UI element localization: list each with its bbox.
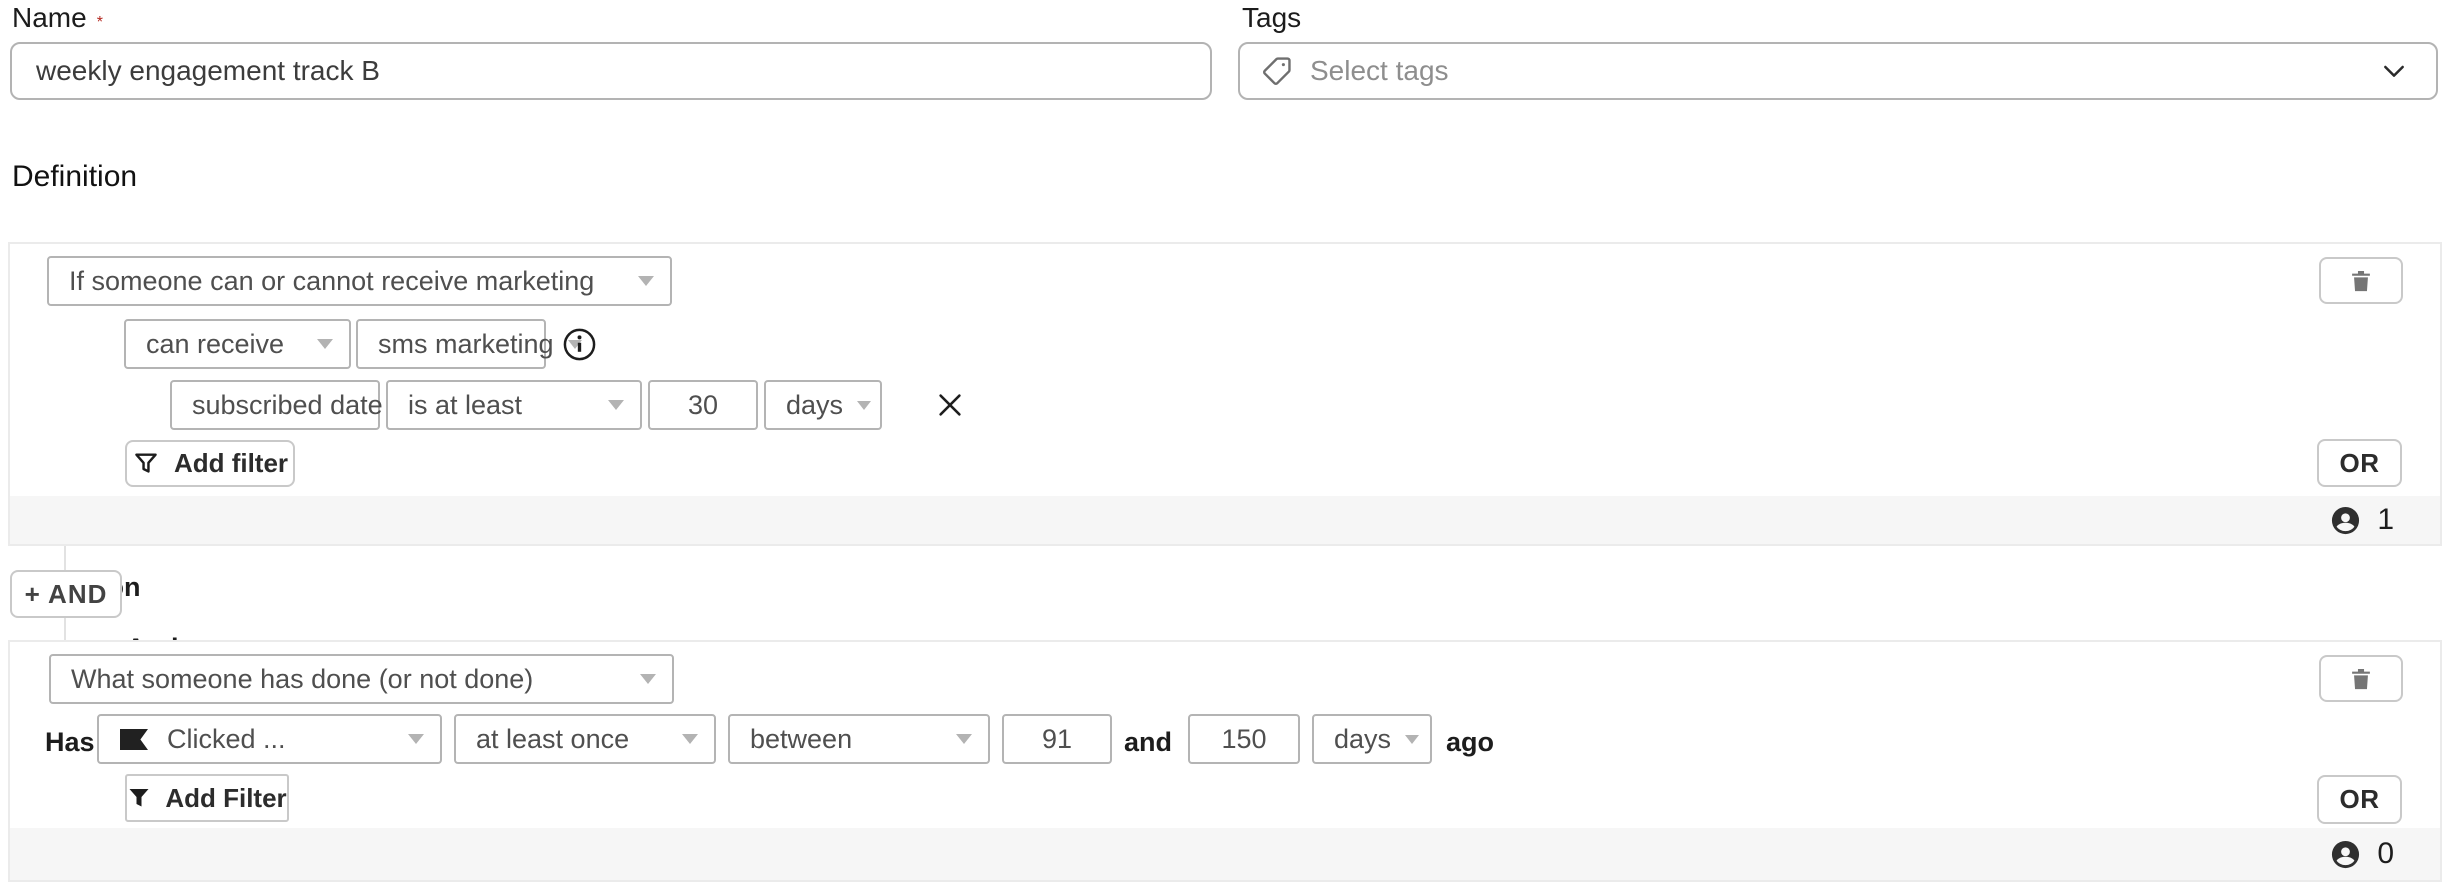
add-filter-button[interactable]: Add filter xyxy=(125,440,295,487)
range-and-label: and xyxy=(1124,727,1172,758)
metric-flag-icon xyxy=(119,728,149,751)
caret-down-icon xyxy=(408,734,424,744)
caret-down-icon xyxy=(857,401,871,410)
unit-value: days xyxy=(1334,724,1391,755)
range-end-input[interactable] xyxy=(1188,714,1300,764)
condition-type-value: If someone can or cannot receive marketi… xyxy=(69,266,594,297)
segment-name-input[interactable] xyxy=(10,42,1212,100)
tags-select[interactable]: Select tags xyxy=(1238,42,2438,100)
caret-down-icon xyxy=(640,674,656,684)
caret-down-icon xyxy=(1405,735,1419,744)
or-label: OR xyxy=(2340,784,2380,815)
metric-select[interactable]: Clicked ... xyxy=(97,714,442,764)
caret-down-icon xyxy=(608,400,624,410)
add-filter-label: Add Filter xyxy=(165,783,286,814)
caret-down-icon xyxy=(956,734,972,744)
caret-down-icon xyxy=(317,339,333,349)
operator-select[interactable]: is at least xyxy=(386,380,642,430)
tag-icon xyxy=(1260,54,1294,88)
consent-channel-select[interactable]: sms marketing xyxy=(356,319,546,369)
funnel-icon xyxy=(132,450,160,478)
property-value: subscribed date xyxy=(192,390,383,421)
add-filter-button[interactable]: Add Filter xyxy=(125,774,289,822)
condition-type-select[interactable]: What someone has done (or not done) xyxy=(49,654,674,704)
condition-type-value: What someone has done (or not done) xyxy=(71,664,533,695)
definition-heading: Definition xyxy=(12,160,137,194)
trash-icon xyxy=(2348,665,2374,693)
or-button[interactable]: OR xyxy=(2317,775,2402,824)
tags-label: Tags xyxy=(1242,2,1301,34)
consent-channel-value: sms marketing xyxy=(378,329,554,360)
member-count: 1 xyxy=(2377,503,2394,537)
condition-type-select[interactable]: If someone can or cannot receive marketi… xyxy=(47,256,672,306)
member-count: 0 xyxy=(2377,837,2394,871)
days-value-input[interactable] xyxy=(648,380,758,430)
delete-group-button[interactable] xyxy=(2319,655,2403,702)
condition-group-2: What someone has done (or not done) Has … xyxy=(8,640,2442,882)
property-select[interactable]: subscribed date xyxy=(170,380,380,430)
add-and-group-button[interactable]: + AND xyxy=(10,570,122,618)
tags-placeholder: Select tags xyxy=(1310,55,2362,87)
unit-value: days xyxy=(786,390,843,421)
range-start-input[interactable] xyxy=(1002,714,1112,764)
frequency-select[interactable]: at least once xyxy=(454,714,716,764)
required-asterisk: * xyxy=(97,14,103,31)
or-label: OR xyxy=(2340,448,2380,479)
consent-verb-select[interactable]: can receive xyxy=(124,319,351,369)
group-footer: 0 xyxy=(10,828,2440,880)
name-label-text: Name xyxy=(12,2,87,33)
person-count-icon xyxy=(2330,839,2361,870)
chevron-down-icon xyxy=(2378,55,2410,87)
unit-select[interactable]: days xyxy=(764,380,882,430)
unit-select[interactable]: days xyxy=(1312,714,1432,764)
frequency-value: at least once xyxy=(476,724,629,755)
trash-icon xyxy=(2348,267,2374,295)
or-button[interactable]: OR xyxy=(2317,439,2402,487)
info-icon[interactable] xyxy=(562,327,597,362)
funnel-icon xyxy=(127,786,151,810)
ago-label: ago xyxy=(1446,727,1494,758)
has-label: Has xyxy=(45,727,95,758)
delete-group-button[interactable] xyxy=(2319,257,2403,304)
name-label: Name * xyxy=(12,2,103,34)
timeframe-select[interactable]: between xyxy=(728,714,990,764)
add-filter-label: Add filter xyxy=(174,448,288,479)
metric-value: Clicked ... xyxy=(167,724,286,755)
and-button-label: + AND xyxy=(25,579,108,610)
condition-group-1: If someone can or cannot receive marketi… xyxy=(8,242,2442,546)
timeframe-value: between xyxy=(750,724,852,755)
caret-down-icon xyxy=(682,734,698,744)
group-footer: 1 xyxy=(10,496,2440,544)
close-icon[interactable] xyxy=(935,390,965,420)
person-count-icon xyxy=(2330,505,2361,536)
caret-down-icon xyxy=(638,276,654,286)
consent-verb-value: can receive xyxy=(146,329,284,360)
operator-value: is at least xyxy=(408,390,522,421)
